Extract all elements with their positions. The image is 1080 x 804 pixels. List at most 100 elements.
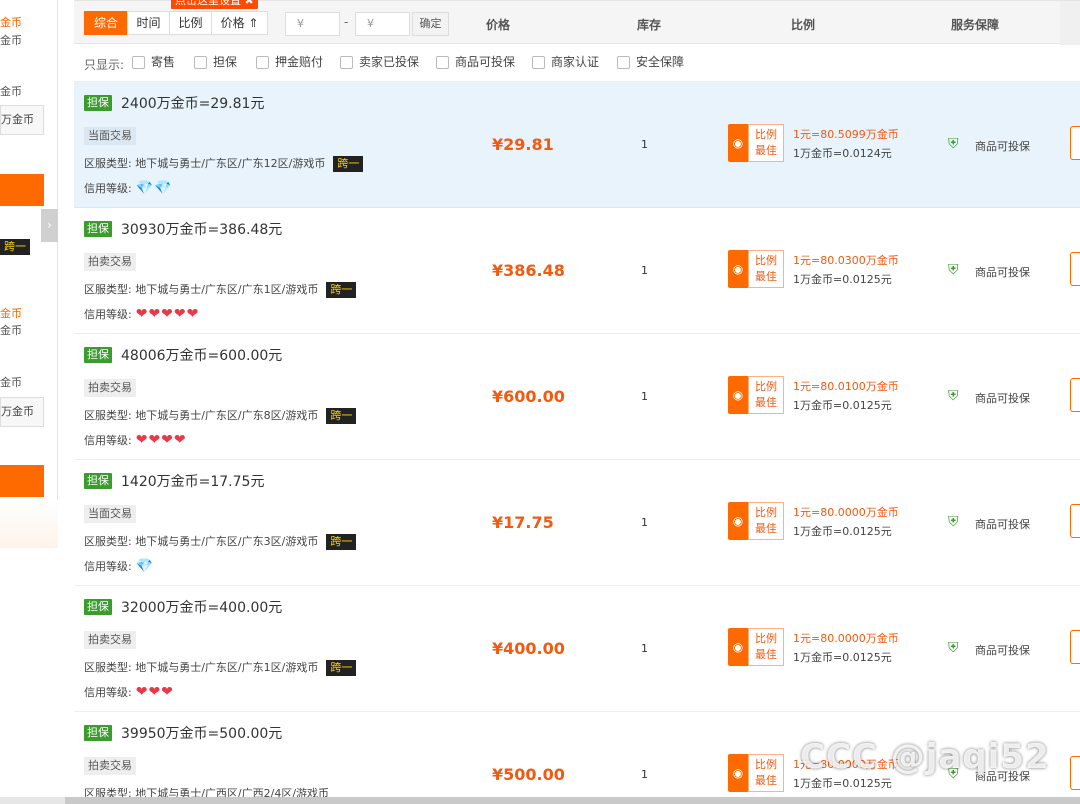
- listing-title[interactable]: 32000万金币=400.00元: [121, 597, 282, 617]
- sort-tab-price[interactable]: 价格 ⇑: [211, 11, 268, 35]
- stock: 1: [641, 516, 648, 529]
- server-path: 地下城与勇士/广东区/广东8区/游戏币: [135, 409, 319, 422]
- medal-icon: ◉: [728, 376, 748, 414]
- buy-button[interactable]: [1070, 252, 1080, 286]
- cross-server-tag: 跨一: [0, 239, 30, 255]
- stock: 1: [641, 642, 648, 655]
- buy-button[interactable]: [1070, 756, 1080, 790]
- left-panel-text: 金币: [0, 324, 22, 337]
- trade-type-tag: 拍卖交易: [84, 631, 136, 649]
- left-panel-field[interactable]: 万金币: [0, 105, 44, 135]
- service-insurable: 商品可投保: [975, 392, 1030, 405]
- filter-guarantee[interactable]: 担保: [194, 55, 237, 71]
- buy-button[interactable]: [1070, 630, 1080, 664]
- table-row[interactable]: 担保 30930万金币=386.48元 拍卖交易 区服类型: 地下城与勇士/广东区/广…: [74, 208, 1080, 334]
- server-path: 地下城与勇士/广东区/广东3区/游戏币: [135, 535, 319, 548]
- sort-tab-overall[interactable]: 综合: [84, 11, 128, 35]
- filter-deposit-compensation[interactable]: 押金赔付: [256, 55, 323, 71]
- cross-server-tag: 跨一: [326, 408, 357, 424]
- left-panel-fade: [0, 500, 58, 548]
- left-panel-button[interactable]: [0, 465, 44, 497]
- shield-icon: ⛨: [948, 640, 959, 656]
- buy-button[interactable]: [1070, 378, 1080, 412]
- price: ¥17.75: [492, 513, 554, 532]
- cross-server-tag: 跨一: [333, 156, 364, 172]
- guarantee-badge: 担保: [84, 473, 112, 489]
- buy-button[interactable]: [1070, 126, 1080, 160]
- best-ratio-badge: 比例 最佳: [748, 502, 784, 540]
- scrollbar-thumb[interactable]: [65, 797, 1080, 804]
- buy-button[interactable]: [1070, 504, 1080, 538]
- filter-option-label: 押金赔付: [275, 55, 324, 69]
- column-header-ratio: 比例: [791, 18, 816, 32]
- trade-type-tag: 当面交易: [84, 505, 136, 523]
- filter-merchant-verified[interactable]: 商家认证: [532, 55, 599, 71]
- shield-icon: ⛨: [948, 514, 959, 530]
- best-ratio-badge: 比例 最佳: [748, 628, 784, 666]
- checkbox-icon[interactable]: [256, 56, 269, 69]
- filter-bar: 只显示: 寄售 担保 押金赔付 卖家已投保 商品可投保 商家认证 安全保障: [74, 45, 1080, 82]
- price: ¥600.00: [492, 387, 565, 406]
- stock: 1: [641, 138, 648, 151]
- checkbox-icon[interactable]: [132, 56, 145, 69]
- credit-level: 信用等级: ❤❤❤❤❤: [84, 306, 199, 322]
- checkbox-icon[interactable]: [532, 56, 545, 69]
- listing-title[interactable]: 30930万金币=386.48元: [121, 219, 282, 239]
- server-info: 区服类型: 地下城与勇士/广东区/广东1区/游戏币 跨一: [84, 659, 357, 676]
- listing-title[interactable]: 39950万金币=500.00元: [121, 723, 282, 743]
- left-panel-button[interactable]: [0, 174, 44, 206]
- filter-seller-insured[interactable]: 卖家已投保: [340, 55, 419, 71]
- ratio-per-gold: 1万金币=0.0125元: [793, 777, 892, 790]
- best-ratio-badge: 比例 最佳: [748, 376, 784, 414]
- price-range-separator: -: [344, 15, 349, 29]
- left-panel-field-text: 万金币: [1, 113, 34, 126]
- best-ratio-line: 比例: [755, 254, 777, 267]
- settings-tooltip[interactable]: 点击这里设置 ✖: [171, 0, 258, 9]
- sort-tab-time[interactable]: 时间: [127, 11, 170, 35]
- checkbox-icon[interactable]: [340, 56, 353, 69]
- table-row[interactable]: 担保 1420万金币=17.75元当面交易区服类型: 地下城与勇士/广东区/广东3…: [74, 460, 1080, 586]
- min-price-input[interactable]: ¥: [285, 12, 340, 36]
- server-label: 区服类型:: [84, 409, 132, 422]
- best-ratio-line: 比例: [755, 506, 777, 519]
- table-row[interactable]: 担保 32000万金币=400.00元 拍卖交易 区服类型: 地下城与勇士/广东区/广…: [74, 586, 1080, 712]
- trade-type-tag: 拍卖交易: [84, 379, 136, 397]
- best-ratio-line: 比例: [755, 758, 777, 771]
- left-panel-text: 金币: [0, 307, 22, 320]
- max-price-input[interactable]: ¥: [355, 12, 410, 36]
- cross-server-tag: 跨一: [326, 282, 357, 298]
- table-row[interactable]: 担保 2400万金币=29.81元 当面交易 区服类型: 地下城与勇士/广东区/广东1…: [74, 82, 1080, 208]
- guarantee-badge: 担保: [84, 347, 112, 363]
- heart-icon: ❤❤❤❤: [135, 432, 187, 448]
- checkbox-icon[interactable]: [194, 56, 207, 69]
- shield-icon: ⛨: [948, 388, 959, 404]
- price-confirm-button[interactable]: 确定: [412, 12, 449, 36]
- filter-insurable[interactable]: 商品可投保: [436, 55, 515, 71]
- ratio-per-gold: 1万金币=0.0125元: [793, 651, 892, 664]
- checkbox-icon[interactable]: [617, 56, 630, 69]
- checkbox-icon[interactable]: [436, 56, 449, 69]
- filter-option-label: 卖家已投保: [359, 55, 420, 69]
- listing-title[interactable]: 48006万金币=600.00元: [121, 345, 282, 365]
- filter-consignment[interactable]: 寄售: [132, 55, 175, 71]
- table-row[interactable]: 担保 48006万金币=600.00元拍卖交易区服类型: 地下城与勇士/广东区/广…: [74, 334, 1080, 460]
- filter-security[interactable]: 安全保障: [617, 55, 684, 71]
- left-panel-field[interactable]: 万金币: [0, 397, 44, 427]
- listing-title[interactable]: 1420万金币=17.75元: [121, 471, 264, 491]
- listing-title[interactable]: 2400万金币=29.81元: [121, 93, 264, 113]
- server-label: 区服类型:: [84, 661, 132, 674]
- server-info: 区服类型: 地下城与勇士/广东区/广东12区/游戏币 跨一: [84, 155, 364, 172]
- stock: 1: [641, 390, 648, 403]
- ratio-per-gold: 1万金币=0.0125元: [793, 525, 892, 538]
- medal-icon: ◉: [728, 124, 748, 162]
- server-label: 区服类型:: [84, 535, 132, 548]
- left-filter-panel: 金币 金币 金币 万金币 跨一 金币 金币 金币 万金币 ›: [0, 0, 58, 548]
- best-ratio-line: 最佳: [755, 522, 777, 535]
- server-path: 地下城与勇士/广东区/广东1区/游戏币: [135, 283, 319, 296]
- diamond-icon: 💎💎: [135, 180, 173, 196]
- ratio-per-yuan: 1元=80.0300万金币: [793, 254, 899, 267]
- sort-tab-ratio[interactable]: 比例: [169, 11, 212, 35]
- chevron-right-icon[interactable]: ›: [41, 209, 58, 242]
- medal-icon: ◉: [728, 754, 748, 792]
- watermark: CCC @jaqi52: [800, 737, 1050, 777]
